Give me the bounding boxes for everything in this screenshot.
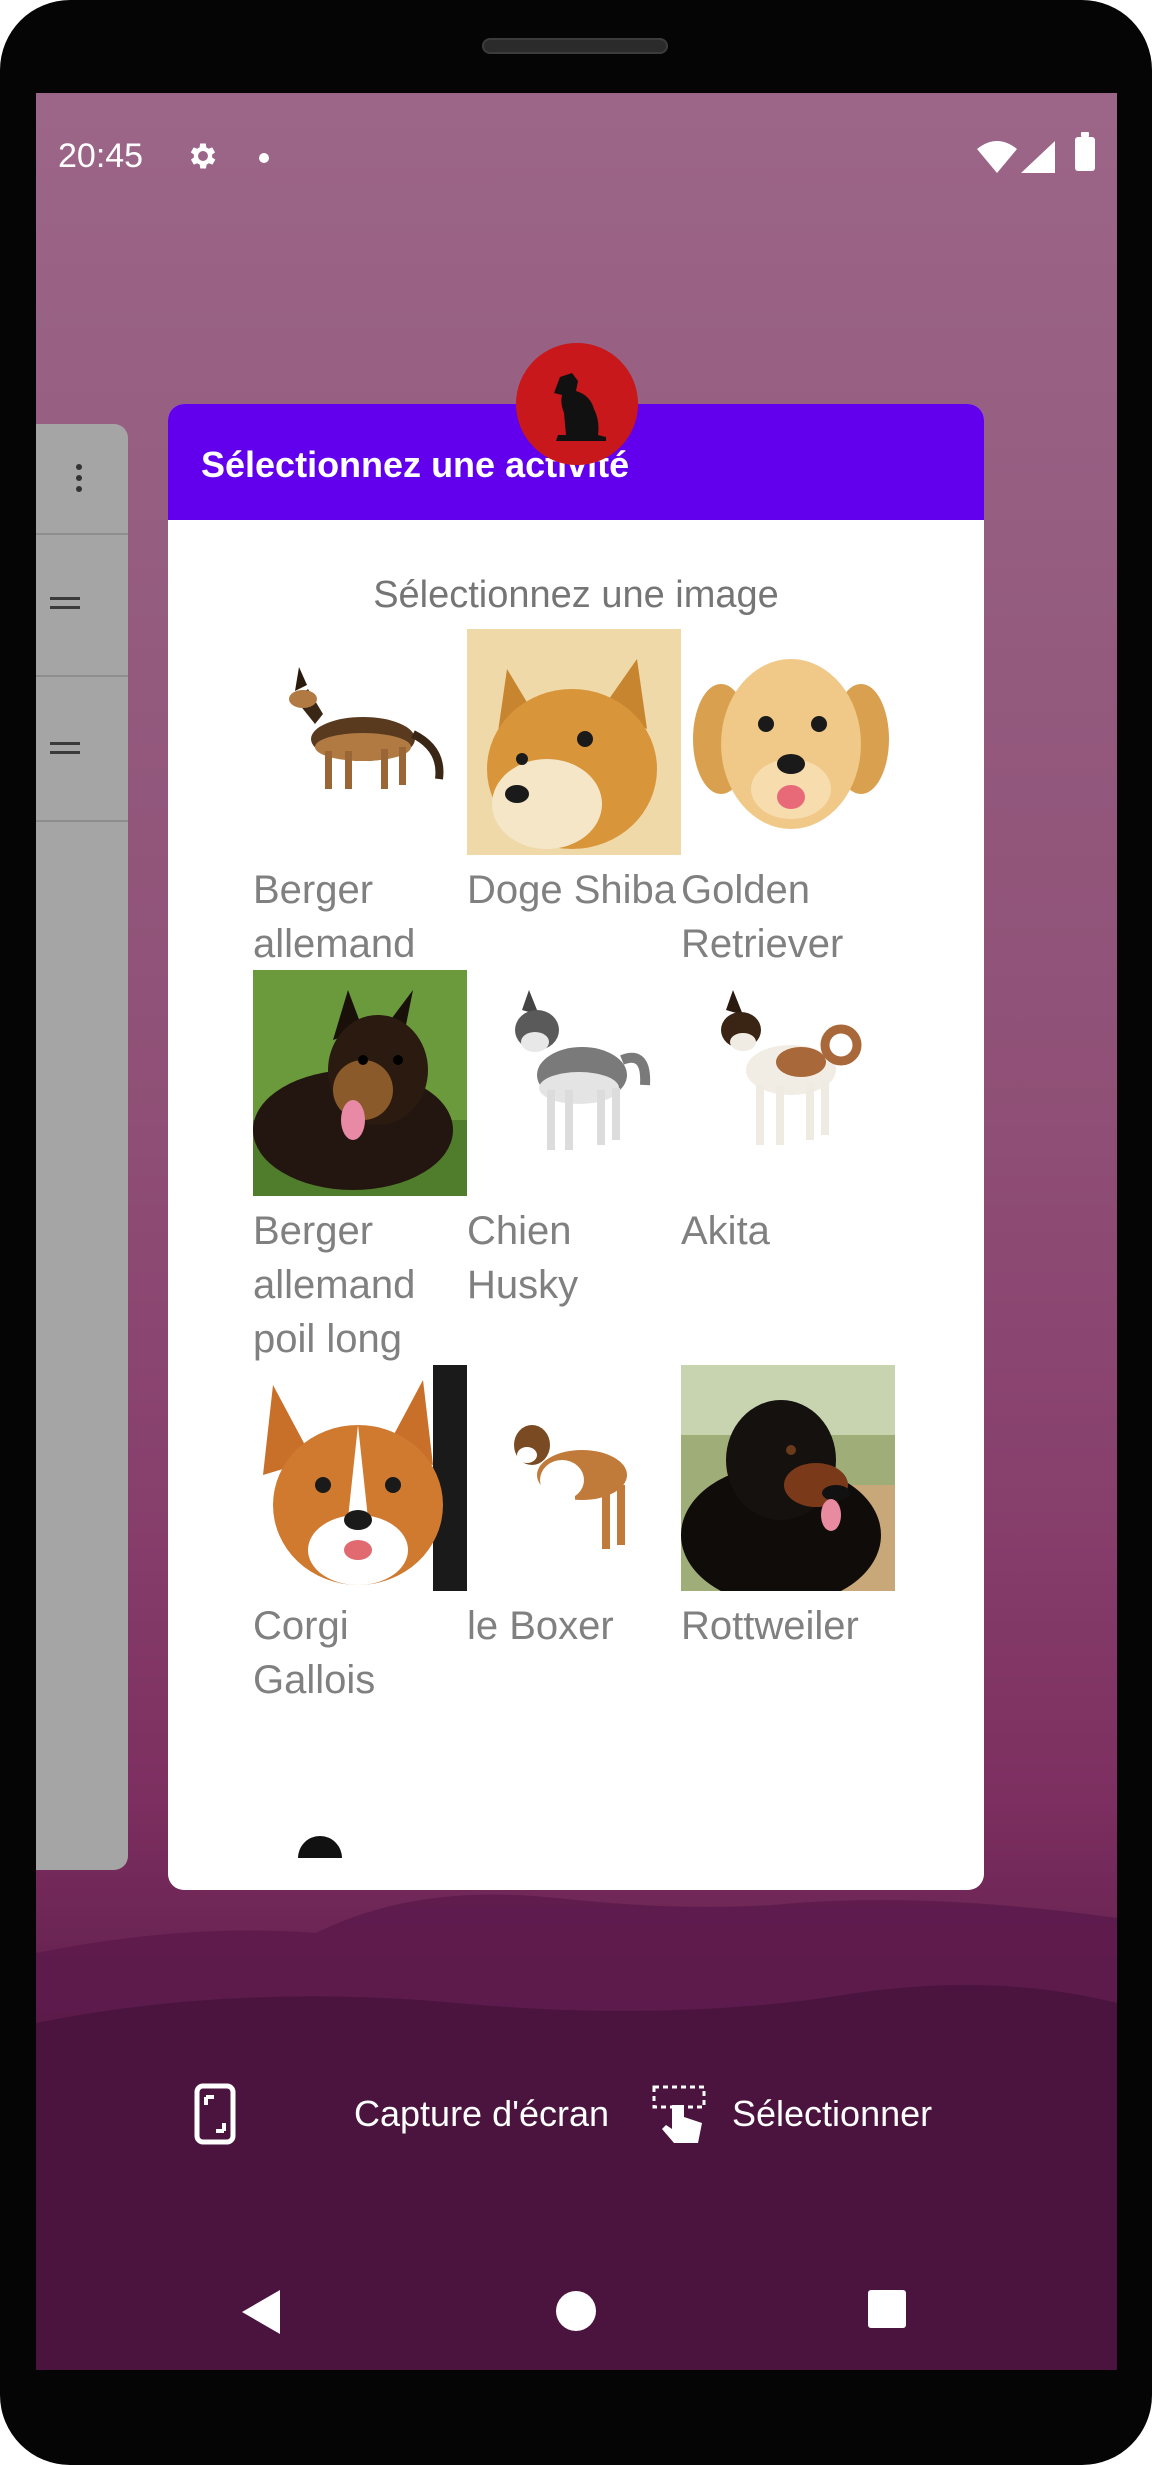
grid-item-label: Akita — [681, 1209, 770, 1253]
golden-retriever-image — [681, 629, 895, 855]
grid-item-label: Berger allemand — [253, 868, 416, 966]
previous-app-card[interactable] — [36, 424, 128, 1870]
signal-icon — [1021, 141, 1055, 173]
battery-icon — [1075, 132, 1095, 171]
grid-item[interactable]: Akita — [681, 970, 895, 1258]
grid-item[interactable]: Berger allemand poil long — [253, 970, 467, 1366]
wifi-icon — [977, 141, 1017, 173]
boxer-image — [467, 1365, 681, 1591]
drag-handle-icon — [50, 597, 80, 615]
partial-next-item — [298, 1836, 342, 1858]
long-haired-german-shepherd-image — [253, 970, 467, 1196]
status-time: 20:45 — [58, 137, 144, 175]
divider — [36, 675, 128, 677]
grid-item[interactable]: Golden Retriever — [681, 629, 895, 971]
select-label: Sélectionner — [732, 2093, 933, 2134]
status-bar: 20:45 — [36, 93, 1117, 193]
german-shepherd-image — [253, 629, 467, 855]
screenshot-button[interactable]: Capture d'écran — [194, 2083, 609, 2145]
grid-item-label: Rottweiler — [681, 1604, 859, 1648]
screenshot-label: Capture d'écran — [354, 2093, 610, 2134]
navigation-bar — [36, 2278, 1117, 2370]
grid-item-label: Berger allemand poil long — [253, 1209, 416, 1361]
grid-item-label: Golden Retriever — [681, 868, 844, 966]
grid-item[interactable]: Doge Shiba — [467, 629, 681, 917]
home-icon[interactable] — [553, 2288, 599, 2334]
grid-item[interactable]: Berger allemand — [253, 629, 467, 971]
divider — [36, 533, 128, 535]
shiba-inu-image — [467, 629, 681, 855]
drag-handle-icon — [50, 742, 80, 760]
grid-item-label: Chien Husky — [467, 1209, 579, 1307]
earpiece-speaker — [482, 38, 668, 54]
grid-item[interactable]: Chien Husky — [467, 970, 681, 1312]
grid-item[interactable]: le Boxer — [467, 1365, 681, 1653]
welsh-corgi-image — [253, 1365, 467, 1591]
grid-item[interactable]: Corgi Gallois — [253, 1365, 467, 1707]
dog-app-icon[interactable] — [516, 343, 638, 465]
notification-dot-icon — [259, 153, 269, 163]
husky-image — [467, 970, 681, 1196]
more-options-icon — [76, 464, 84, 497]
recents-icon[interactable] — [866, 2288, 908, 2330]
screen: 20:45 Sélectionnez une activité Sélectio… — [36, 93, 1117, 2370]
back-icon[interactable] — [240, 2288, 284, 2336]
grid-item-label: Doge Shiba — [467, 868, 677, 912]
screenshot-icon — [194, 2083, 236, 2145]
grid-item-label: Corgi Gallois — [253, 1604, 376, 1702]
device-frame: 20:45 Sélectionnez une activité Sélectio… — [0, 0, 1152, 2465]
divider — [36, 820, 128, 822]
select-button[interactable]: Sélectionner — [650, 2083, 932, 2145]
overview-actions: Capture d'écran Sélectionner — [36, 2083, 1117, 2203]
grid-item-label: le Boxer — [467, 1604, 614, 1648]
page-subtitle: Sélectionnez une image — [373, 574, 779, 616]
rottweiler-image — [681, 1365, 895, 1591]
select-hand-icon — [652, 2085, 706, 2143]
grid-item[interactable]: Rottweiler — [681, 1365, 895, 1653]
akita-image — [681, 970, 895, 1196]
gear-icon — [190, 143, 216, 169]
recent-app-card[interactable]: Sélectionnez une activité Sélectionnez u… — [168, 404, 984, 1890]
